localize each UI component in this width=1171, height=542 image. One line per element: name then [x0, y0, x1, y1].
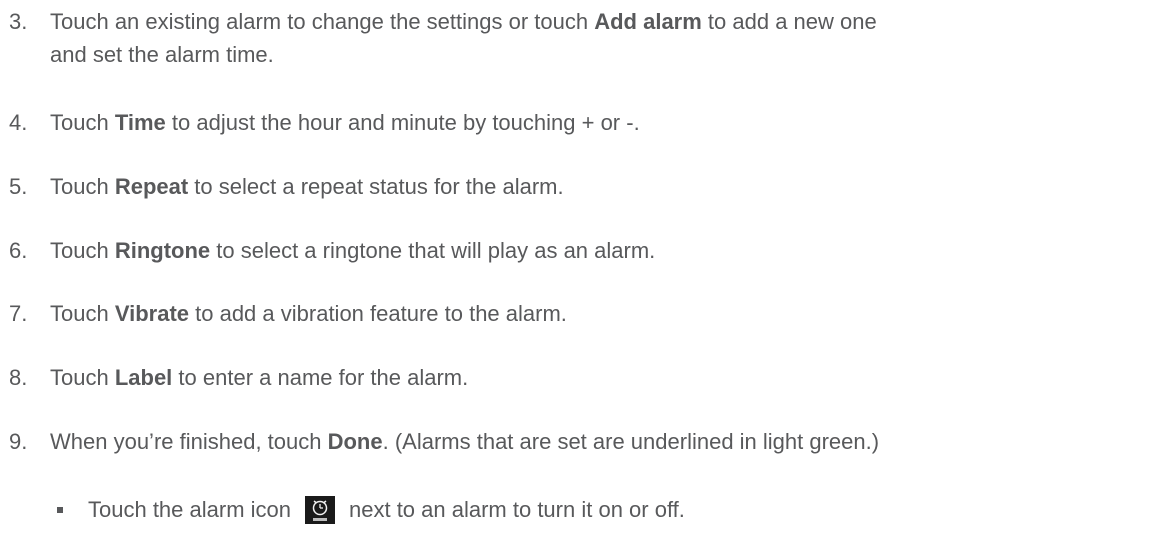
bullet-text: Touch the alarm icon next to an alarm to…	[88, 495, 685, 524]
step-text: Touch Time to adjust the hour and minute…	[50, 110, 640, 135]
step-text: When you’re finished, touch Done. (Alarm…	[50, 429, 880, 454]
step-text: Touch Ringtone to select a ringtone that…	[50, 238, 656, 263]
bullet-square-icon	[57, 507, 63, 513]
step-keyword: Add alarm	[594, 9, 702, 34]
step-keyword: Repeat	[114, 174, 189, 199]
alarm-clock-icon	[305, 495, 335, 524]
step-number: 5.	[9, 174, 28, 199]
step-3: 3. Touch an existing alarm to change the…	[0, 5, 1171, 75]
step-text: Touch an existing alarm to change the se…	[50, 9, 877, 67]
step-text: Touch Label to enter a name for the alar…	[50, 365, 469, 390]
bullet-item: Touch the alarm icon next to an alarm to…	[0, 488, 1171, 528]
step-number: 4.	[9, 110, 28, 135]
step-keyword: Label	[114, 365, 173, 390]
step-text: Touch Vibrate to add a vibration feature…	[50, 301, 567, 326]
step-number: 8.	[9, 365, 28, 390]
step-keyword: Time	[114, 110, 166, 135]
step-number: 6.	[9, 238, 28, 263]
step-keyword: Ringtone	[114, 238, 211, 263]
step-number: 7.	[9, 301, 28, 326]
step-text: Touch Repeat to select a repeat status f…	[50, 174, 564, 199]
step-number: 3.	[9, 9, 28, 34]
step-number: 9.	[9, 429, 28, 454]
step-keyword: Done	[327, 429, 383, 454]
step-keyword: Vibrate	[114, 301, 190, 326]
